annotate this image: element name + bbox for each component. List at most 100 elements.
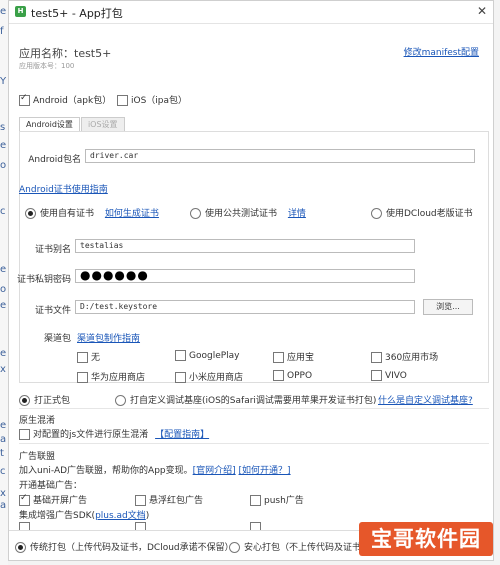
cert-password-input[interactable]: ●●●●●●	[75, 269, 415, 283]
cert-option-own[interactable]: 使用自有证书 如何生成证书	[25, 206, 159, 219]
push-ad-checkbox[interactable]	[250, 495, 261, 506]
native-obfuscation-option[interactable]: 对配置的js文件进行原生混淆 【配置指南】	[19, 427, 209, 440]
cert-alias-input[interactable]: testalias	[75, 239, 415, 253]
channel-vivo[interactable]: VIVO	[371, 370, 407, 381]
background-text-char: Y	[0, 76, 7, 87]
plus-ad-doc-link[interactable]: plus.ad文档	[95, 511, 146, 521]
channel-yingyongbao[interactable]: 应用宝	[273, 350, 314, 363]
channel-checkbox[interactable]	[371, 352, 382, 363]
channel-checkbox[interactable]	[273, 352, 284, 363]
safe-pack-radio[interactable]	[229, 542, 240, 553]
native-obfuscation-checkbox[interactable]	[19, 429, 30, 440]
background-text-char: t	[0, 448, 4, 459]
channel-checkbox[interactable]	[175, 350, 186, 361]
channel-checkbox[interactable]	[273, 370, 284, 381]
tab-android-settings[interactable]: Android设置	[19, 117, 80, 131]
cert-file-label: 证书文件	[34, 306, 71, 316]
android-checkbox[interactable]	[19, 93, 30, 106]
ad-alliance-title: 广告联盟	[19, 452, 56, 462]
obfuscation-guide-link[interactable]: 【配置指南】	[155, 430, 209, 440]
background-window-strip: efYseoceoeexeatcxa	[0, 0, 8, 565]
ad-how-to-open-link[interactable]: [如何开通？]	[239, 466, 291, 476]
site-watermark-logo: 宝哥软件园	[359, 522, 493, 556]
app-version: 应用版本号：100	[19, 62, 75, 70]
channel-checkbox[interactable]	[77, 352, 88, 363]
traditional-pack-radio[interactable]	[15, 542, 26, 553]
custom-base-help-link[interactable]: 什么是自定义调试基座?	[378, 393, 473, 406]
redpacket-ad-checkbox[interactable]	[135, 495, 146, 506]
channel-label-text: 华为应用商店	[91, 373, 146, 383]
custom-base-label: 打自定义调试基座(iOS的Safari调试需要用苹果开发证书打包)	[130, 396, 377, 406]
edit-manifest-link[interactable]: 修改manifest配置	[404, 45, 479, 58]
channel-label-text: 应用宝	[287, 353, 315, 363]
channel-label-text: OPPO	[287, 371, 313, 381]
cert-option-dcloud-old[interactable]: 使用DCloud老版证书	[371, 206, 473, 219]
channel-checkbox[interactable]	[77, 372, 88, 383]
browse-button[interactable]: 浏览...	[423, 299, 473, 315]
platform-tabs: Android设置 iOS设置	[19, 117, 126, 131]
channel-googleplay[interactable]: GooglePlay	[175, 350, 240, 361]
ad-splash-option[interactable]: 基础开屏广告	[19, 493, 87, 506]
ad-redpacket-option[interactable]: 悬浮红包广告	[135, 493, 203, 506]
channel-xiaomi[interactable]: 小米应用商店	[175, 370, 243, 383]
formal-build-radio[interactable]	[19, 395, 30, 406]
platform-ios-option[interactable]: iOS（ipa包）	[117, 93, 187, 106]
enhanced-ad-prefix: 集成增强广告SDK(	[19, 511, 96, 521]
traditional-pack-label: 传统打包（上传代码及证书，DCloud承诺不保留）	[30, 543, 234, 553]
splash-ad-label: 基础开屏广告	[33, 496, 88, 506]
custom-base-radio[interactable]	[115, 395, 126, 406]
window-title: test5+ - App打包	[31, 7, 123, 20]
background-text-char: x	[0, 364, 6, 375]
channel-oppo[interactable]: OPPO	[273, 370, 312, 381]
channel-360[interactable]: 360应用市场	[371, 350, 438, 363]
channel-huawei[interactable]: 华为应用商店	[77, 370, 145, 383]
safe-pack-option[interactable]: 安心打包（不上传代码及证书	[229, 540, 361, 553]
channel-label-text: 360应用市场	[385, 353, 439, 363]
background-text-char: e	[0, 348, 7, 359]
channel-label: 渠道包	[43, 334, 71, 344]
background-text-char: e	[0, 140, 7, 151]
dcloud-old-cert-label: 使用DCloud老版证书	[386, 209, 473, 219]
tab-ios-settings[interactable]: iOS设置	[80, 117, 125, 131]
background-text-char: f	[0, 26, 4, 37]
safe-pack-label: 安心打包（不上传代码及证书	[244, 543, 362, 553]
traditional-pack-option[interactable]: 传统打包（上传代码及证书，DCloud承诺不保留）	[15, 540, 234, 553]
background-text-char: o	[0, 160, 7, 171]
how-to-generate-cert-link[interactable]: 如何生成证书	[105, 209, 159, 219]
channel-checkbox[interactable]	[371, 370, 382, 381]
build-custom-base-option[interactable]: 打自定义调试基座(iOS的Safari调试需要用苹果开发证书打包)	[115, 393, 376, 406]
channel-checkbox[interactable]	[175, 372, 186, 383]
cert-file-input[interactable]: D:/test.keystore	[75, 300, 415, 314]
splash-ad-checkbox[interactable]	[19, 493, 30, 506]
build-formal-option[interactable]: 打正式包	[19, 393, 70, 406]
channel-label-text: VIVO	[385, 371, 407, 381]
divider	[19, 408, 489, 409]
public-cert-details-link[interactable]: 详情	[288, 209, 306, 219]
native-obfuscation-label: 对配置的js文件进行原生混淆	[33, 430, 149, 440]
channel-label-text: 无	[91, 353, 101, 363]
platform-android-option[interactable]: Android（apk包）	[19, 93, 111, 106]
own-cert-label: 使用自有证书	[40, 209, 95, 219]
native-obfuscation-title: 原生混淆	[19, 416, 56, 426]
enhanced-ad-sdk-label: 集成增强广告SDK(plus.ad文档)	[19, 508, 149, 521]
android-cert-guide-link[interactable]: Android证书使用指南	[19, 182, 108, 195]
app-name: 应用名称：test5+	[19, 47, 112, 60]
dcloud-old-cert-radio[interactable]	[371, 208, 382, 219]
close-icon[interactable]: ✕	[477, 4, 487, 18]
own-cert-radio[interactable]	[25, 208, 36, 219]
ad-intro-link[interactable]: [官网介绍]	[193, 466, 236, 476]
ad-push-option[interactable]: push广告	[250, 493, 304, 506]
channel-guide-link[interactable]: 渠道包制作指南	[77, 331, 140, 344]
android-settings-panel	[19, 131, 489, 383]
cert-option-public-test[interactable]: 使用公共测试证书 详情	[190, 206, 306, 219]
basic-ads-label: 开通基础广告：	[19, 481, 83, 491]
package-name-label: Android包名	[28, 155, 81, 165]
package-name-input[interactable]: driver.car	[85, 149, 475, 163]
background-text-char: e	[0, 264, 7, 275]
cert-alias-label: 证书别名	[34, 245, 71, 255]
public-test-cert-label: 使用公共测试证书	[205, 209, 278, 219]
ios-checkbox[interactable]	[117, 95, 128, 106]
channel-none[interactable]: 无	[77, 350, 100, 363]
public-test-cert-radio[interactable]	[190, 208, 201, 219]
background-text-char: a	[0, 500, 7, 511]
